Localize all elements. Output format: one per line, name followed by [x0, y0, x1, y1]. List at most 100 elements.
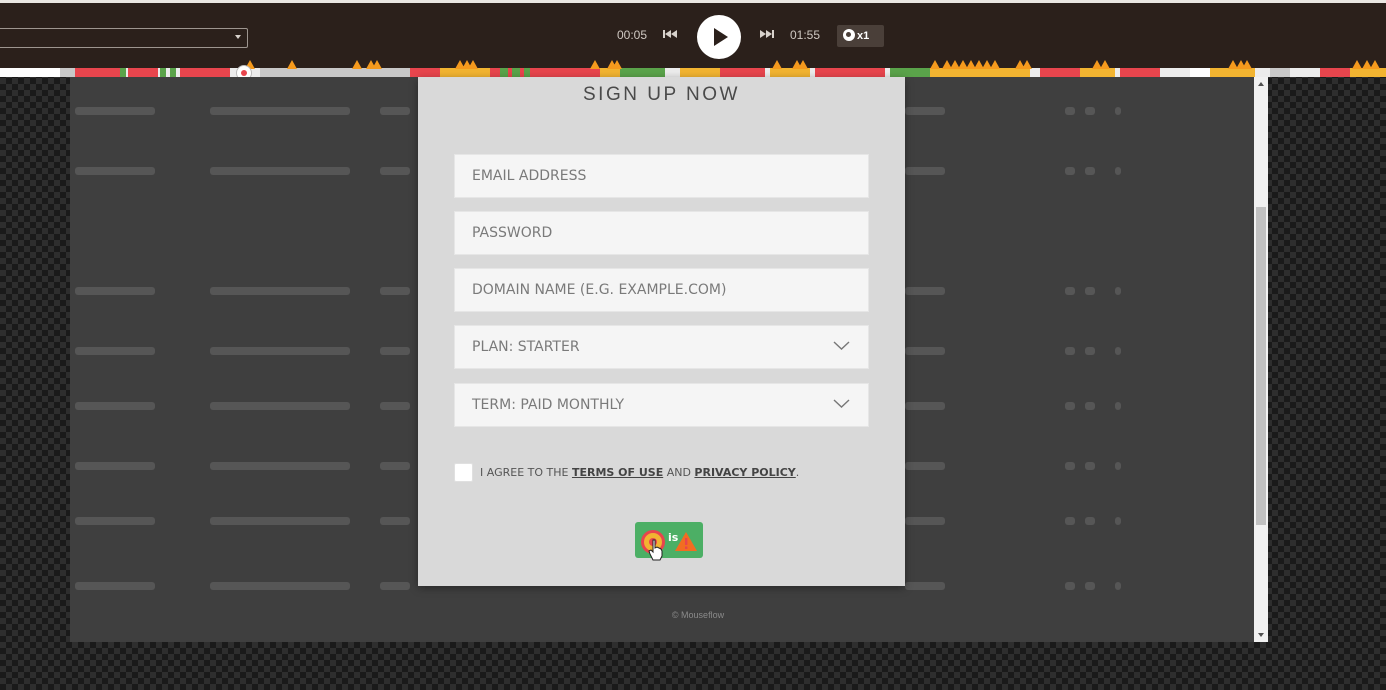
background-table-cell [75, 287, 155, 295]
speed-label: x1 [857, 30, 870, 42]
term-select[interactable]: TERM: PAID MONTHLY [454, 383, 869, 427]
background-table-cell [905, 287, 945, 295]
page-scrollbar[interactable] [1254, 77, 1268, 642]
play-button[interactable] [697, 15, 741, 59]
timeline-segment [128, 68, 158, 77]
background-table-cell [210, 287, 350, 295]
timeline-segment [1080, 68, 1115, 77]
timeline-segment [890, 68, 930, 77]
timeline-warning-icon [590, 60, 600, 69]
background-table-cell [1085, 167, 1095, 175]
timeline-warning-icon [930, 60, 940, 69]
dropdown-caret-icon [235, 35, 241, 39]
background-table-cell [1115, 107, 1121, 115]
scroll-down-arrow-icon[interactable] [1258, 633, 1264, 637]
background-table-cell [75, 402, 155, 410]
timeline-warning-icon [287, 60, 297, 69]
term-select-value: TERM: PAID MONTHLY [472, 397, 624, 413]
email-field[interactable] [455, 155, 868, 197]
background-table-cell [75, 517, 155, 525]
timeline-warning-icon [468, 60, 478, 69]
background-table-cell [380, 517, 410, 525]
background-table-cell [1065, 287, 1075, 295]
playback-speed-button[interactable]: x1 [837, 25, 884, 47]
timeline-warning-icon [990, 60, 1000, 69]
current-time: 00:05 [617, 28, 648, 42]
timeline-warning-icon [352, 60, 362, 69]
plan-select[interactable]: PLAN: STARTER [454, 325, 869, 369]
background-table-cell [905, 167, 945, 175]
background-table-cell [1065, 107, 1075, 115]
background-table-cell [210, 462, 350, 470]
background-table-cell [905, 402, 945, 410]
timeline-warning-icon [772, 60, 782, 69]
timeline-segment [540, 68, 590, 77]
background-table-cell [380, 347, 410, 355]
background-table-cell [1085, 287, 1095, 295]
agree-middle: AND [663, 466, 695, 479]
background-table-cell [905, 347, 945, 355]
background-table-cell [1065, 462, 1075, 470]
timeline-segment [180, 68, 230, 77]
signup-submit-button[interactable]: is [635, 522, 703, 561]
play-icon [714, 28, 728, 46]
timeline-segment [1210, 68, 1255, 77]
chevron-down-icon [833, 341, 850, 350]
timeline-segment [815, 68, 885, 77]
timeline-segment [1320, 68, 1350, 77]
skip-back-icon[interactable] [663, 29, 677, 39]
background-table-cell [1065, 167, 1075, 175]
background-table-cell [380, 167, 410, 175]
timeline-segment [930, 68, 1030, 77]
scrollbar-thumb[interactable] [1256, 207, 1266, 525]
page-select-dropdown[interactable] [0, 28, 248, 48]
footer-copyright: © Mouseflow [671, 610, 725, 620]
background-table-cell [75, 462, 155, 470]
timeline-warning-icon [1100, 60, 1110, 69]
background-table-cell [210, 582, 350, 590]
background-table-cell [75, 167, 155, 175]
timeline-segment [75, 68, 120, 77]
background-table-cell [210, 402, 350, 410]
background-table-cell [905, 517, 945, 525]
background-table-cell [1115, 517, 1121, 525]
background-table-cell [75, 582, 155, 590]
background-table-cell [380, 462, 410, 470]
modal-title: SIGN UP NOW [583, 84, 740, 105]
background-table-cell [1115, 582, 1121, 590]
hand-cursor-icon [648, 539, 663, 561]
background-table-cell [1065, 347, 1075, 355]
domain-name-field[interactable] [455, 269, 868, 311]
background-table-cell [905, 582, 945, 590]
background-table-cell [905, 462, 945, 470]
timeline-segment [260, 68, 410, 77]
scroll-up-arrow-icon[interactable] [1258, 82, 1264, 86]
privacy-policy-link[interactable]: PRIVACY POLICY [694, 466, 795, 479]
background-table-cell [1085, 582, 1095, 590]
timeline-segment [770, 68, 810, 77]
timeline-warning-icon [798, 60, 808, 69]
background-table-cell [1085, 107, 1095, 115]
timeline-warning-icon [372, 60, 382, 69]
timeline-segment [0, 68, 60, 77]
agree-suffix: . [795, 466, 800, 479]
background-table-cell [905, 107, 945, 115]
background-table-cell [380, 287, 410, 295]
plan-select-value: PLAN: STARTER [472, 339, 580, 355]
background-table-cell [1065, 582, 1075, 590]
warning-icon [675, 532, 697, 551]
timeline-segment [120, 68, 126, 77]
background-table-cell [1085, 347, 1095, 355]
terms-of-use-link[interactable]: TERMS OF USE [572, 466, 663, 479]
background-table-cell [1065, 402, 1075, 410]
password-field[interactable] [455, 212, 868, 254]
background-table-cell [210, 167, 350, 175]
session-timeline[interactable] [0, 68, 1386, 77]
timeline-segment [680, 68, 720, 77]
timeline-segment [1270, 68, 1290, 77]
timeline-segment [1190, 68, 1210, 77]
agree-prefix: I AGREE TO THE [480, 466, 572, 479]
skip-forward-icon[interactable] [760, 29, 774, 39]
agree-terms-checkbox[interactable] [454, 463, 473, 482]
timeline-warning-icon [1242, 60, 1252, 69]
